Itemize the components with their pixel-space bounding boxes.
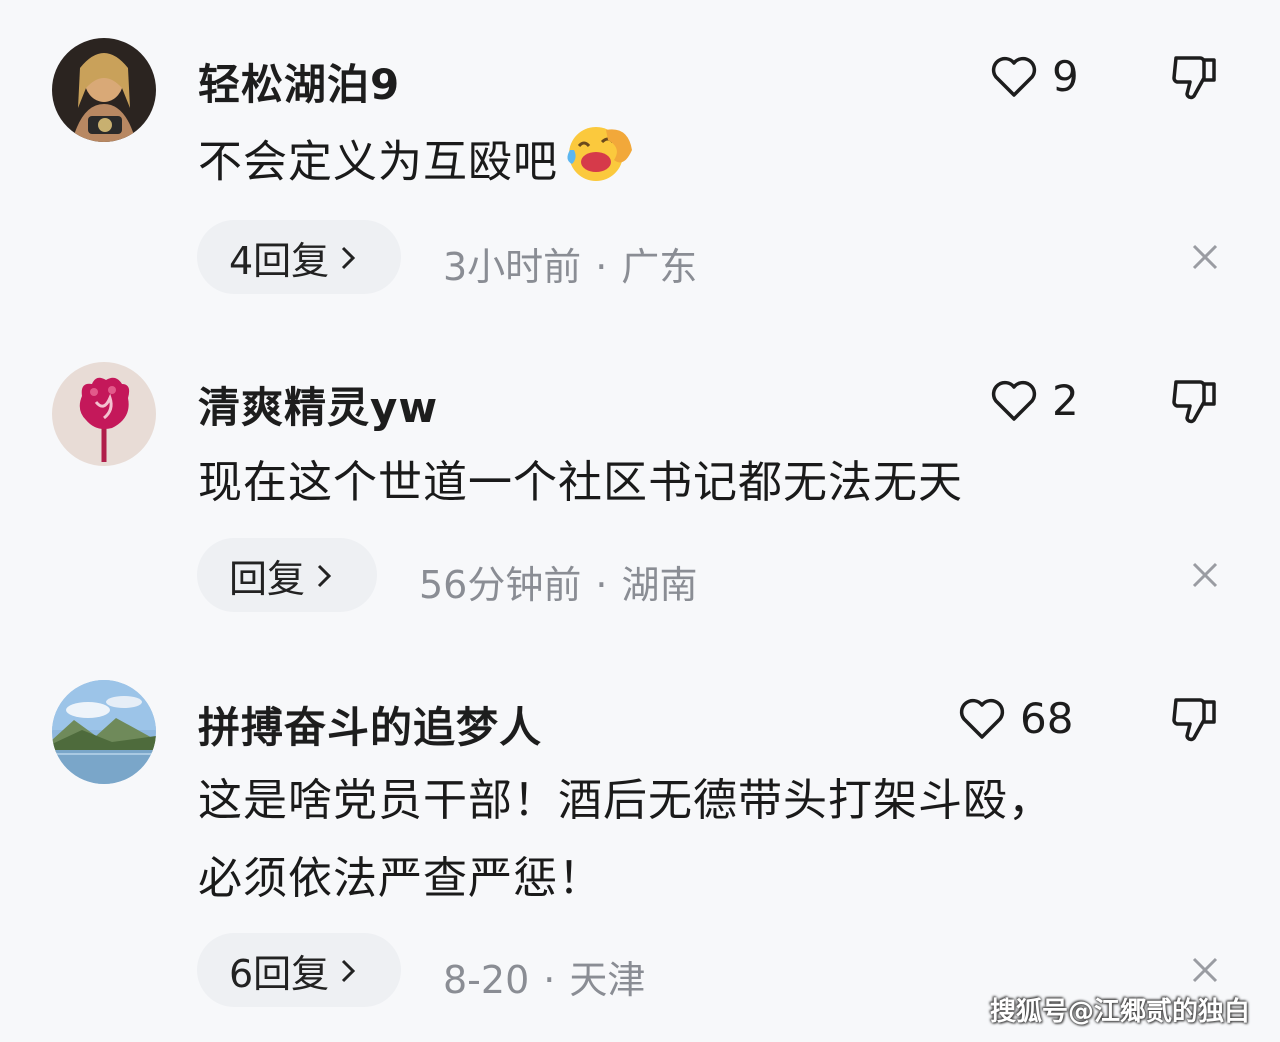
view-replies-button[interactable]: 6回复 — [197, 933, 401, 1007]
comment-text: 不会定义为互殴吧 — [198, 120, 634, 209]
chevron-right-icon — [341, 235, 356, 279]
username[interactable]: 拼搏奋斗的追梦人 — [198, 694, 542, 755]
comment-text: 现在这个世道一个社区书记都无法无天 — [198, 444, 963, 522]
timestamp: 8-20 — [443, 958, 530, 1002]
wrestler-avatar-image — [52, 38, 156, 142]
thumbs-down-icon — [1172, 698, 1216, 742]
comment-meta: 8-20 · 天津 — [443, 949, 645, 1004]
reply-label: 4回复 — [229, 238, 330, 283]
timestamp: 3小时前 — [443, 245, 582, 289]
dislike-button[interactable] — [1170, 376, 1220, 428]
view-replies-button[interactable]: 回复 — [197, 538, 377, 612]
like-button[interactable]: 9 — [990, 52, 1079, 101]
dislike-button[interactable] — [1170, 52, 1220, 104]
location: 广东 — [621, 245, 698, 289]
like-button[interactable]: 2 — [990, 376, 1079, 425]
view-replies-button[interactable]: 4回复 — [197, 220, 401, 294]
avatar[interactable] — [52, 38, 156, 142]
chevron-right-icon — [317, 553, 332, 597]
heart-icon — [991, 380, 1037, 421]
comment-line: 必须依法严查严惩！ — [198, 853, 603, 904]
like-count: 68 — [1020, 694, 1074, 743]
rose-avatar-image — [52, 362, 156, 466]
close-icon — [1192, 562, 1218, 588]
close-icon — [1192, 244, 1218, 270]
separator: · — [595, 563, 608, 607]
separator: · — [595, 245, 608, 289]
dislike-button[interactable] — [1170, 694, 1220, 746]
dismiss-button[interactable] — [1188, 240, 1222, 274]
landscape-avatar-image — [52, 680, 156, 784]
comment-line: 不会定义为互殴吧 — [198, 136, 558, 188]
laughing-crying-emoji-icon — [562, 120, 634, 209]
reply-label: 6回复 — [229, 951, 330, 996]
comment-meta: 56分钟前 · 湖南 — [419, 554, 697, 609]
avatar[interactable] — [52, 680, 156, 784]
like-button[interactable]: 68 — [958, 694, 1073, 743]
dismiss-button[interactable] — [1188, 953, 1222, 987]
avatar[interactable] — [52, 362, 156, 466]
like-count: 2 — [1052, 376, 1079, 425]
dismiss-button[interactable] — [1188, 558, 1222, 592]
reply-label: 回复 — [229, 556, 306, 601]
comment-line: 现在这个世道一个社区书记都无法无天 — [198, 457, 963, 508]
location: 天津 — [569, 958, 646, 1002]
thumbs-down-icon — [1172, 380, 1216, 424]
close-icon — [1192, 957, 1218, 983]
comment-line: 这是啥党员干部！酒后无德带头打架斗殴， — [198, 775, 1053, 826]
timestamp: 56分钟前 — [419, 563, 582, 607]
username[interactable]: 清爽精灵yw — [198, 374, 438, 435]
location: 湖南 — [621, 563, 698, 607]
comment-meta: 3小时前 · 广东 — [443, 236, 697, 291]
like-count: 9 — [1052, 52, 1079, 101]
comment-text: 这是啥党员干部！酒后无德带头打架斗殴， 必须依法严查严惩！ — [198, 762, 1053, 918]
heart-icon — [959, 698, 1005, 739]
thumbs-down-icon — [1172, 56, 1216, 100]
separator: · — [543, 958, 556, 1002]
chevron-right-icon — [341, 948, 356, 992]
source-watermark: 搜狐号@江郷贰的独白 — [989, 997, 1250, 1027]
heart-icon — [991, 56, 1037, 97]
username[interactable]: 轻松湖泊9 — [198, 51, 400, 112]
